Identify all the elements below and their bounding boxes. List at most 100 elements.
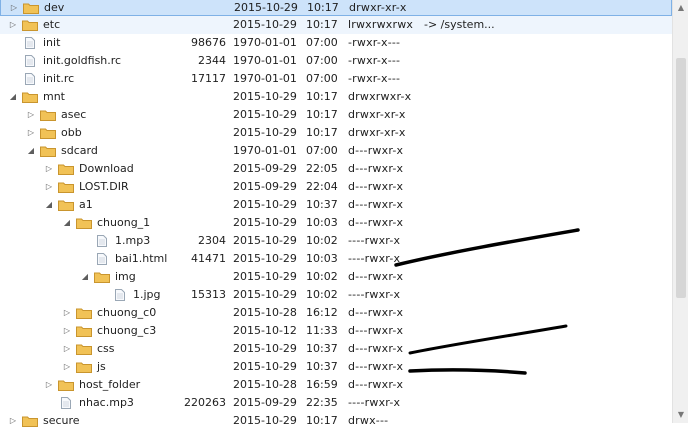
expanded-arrow-icon[interactable]: ◢ <box>62 214 72 232</box>
tree-row-folder[interactable]: ▷ asec 2015-10-29 10:17 drwxr-xr-x <box>0 106 672 124</box>
tree-item-time: 16:12 <box>306 306 338 319</box>
tree-item-time: 07:00 <box>306 72 338 85</box>
tree-item-time: 10:17 <box>306 90 338 103</box>
folder-icon <box>22 415 38 427</box>
tree-row-file[interactable]: init.rc 17117 1970-01-01 07:00 -rwxr-x--- <box>0 70 672 88</box>
tree-item-size: 17117 <box>191 72 226 85</box>
folder-icon <box>40 109 56 121</box>
collapsed-arrow-icon[interactable]: ▷ <box>8 412 18 430</box>
tree-item-permissions: d---rwxr-x <box>348 216 404 229</box>
tree-row-file[interactable]: nhac.mp3 220263 2015-09-29 22:35 ----rwxr-x <box>0 394 672 412</box>
tree-item-date: 2015-10-29 <box>233 270 297 283</box>
scrollbar-thumb[interactable] <box>676 58 686 298</box>
folder-icon <box>94 271 110 283</box>
tree-item-permissions: drwxr-xr-x <box>348 126 406 139</box>
tree-item-date: 1970-01-01 <box>233 36 297 49</box>
tree-item-permissions: ----rwxr-x <box>348 288 401 301</box>
tree-item-name: etc <box>43 18 61 31</box>
tree-item-time: 10:03 <box>306 252 338 265</box>
tree-row-folder[interactable]: ▷ chuong_c3 2015-10-12 11:33 d---rwxr-x <box>0 322 672 340</box>
tree-item-name: mnt <box>43 90 65 103</box>
tree-row-folder[interactable]: ▷ LOST.DIR 2015-09-29 22:04 d---rwxr-x <box>0 178 672 196</box>
expanded-arrow-icon[interactable]: ◢ <box>44 196 54 214</box>
tree-item-date: 2015-10-29 <box>233 342 297 355</box>
folder-icon <box>58 181 74 193</box>
tree-row-file[interactable]: 1.jpg 15313 2015-10-29 10:02 ----rwxr-x <box>0 286 672 304</box>
tree-row-folder[interactable]: ▷ css 2015-10-29 10:37 d---rwxr-x <box>0 340 672 358</box>
tree-item-name: 1.mp3 <box>115 234 151 247</box>
tree-item-date: 2015-10-29 <box>233 414 297 427</box>
tree-row-folder[interactable]: ▷ host_folder 2015-10-28 16:59 d---rwxr-x <box>0 376 672 394</box>
tree-item-permissions: ----rwxr-x <box>348 396 401 409</box>
tree-row-folder[interactable]: ▷ js 2015-10-29 10:37 d---rwxr-x <box>0 358 672 376</box>
tree-row-folder[interactable]: ▷ dev 2015-10-29 10:17 drwxr-xr-x <box>0 0 672 16</box>
tree-item-name: js <box>97 360 106 373</box>
tree-item-permissions: d---rwxr-x <box>348 324 404 337</box>
file-icon <box>112 289 128 301</box>
tree-item-info: -> /system... <box>424 18 495 31</box>
collapsed-arrow-icon[interactable]: ▷ <box>26 124 36 142</box>
scroll-up-icon[interactable]: ▲ <box>676 3 686 13</box>
tree-item-date: 2015-09-29 <box>233 162 297 175</box>
tree-item-permissions: ----rwxr-x <box>348 252 401 265</box>
folder-icon <box>23 2 39 14</box>
tree-item-permissions: drwxrwxr-x <box>348 90 412 103</box>
tree-item-name: css <box>97 342 115 355</box>
collapsed-arrow-icon[interactable]: ▷ <box>9 0 19 17</box>
tree-item-permissions: -rwxr-x--- <box>348 36 401 49</box>
collapsed-arrow-icon[interactable]: ▷ <box>62 304 72 322</box>
file-icon <box>94 253 110 265</box>
vertical-scrollbar[interactable]: ▲ ▼ <box>672 0 688 423</box>
tree-row-file[interactable]: init 98676 1970-01-01 07:00 -rwxr-x--- <box>0 34 672 52</box>
tree-item-time: 10:17 <box>306 18 338 31</box>
tree-item-permissions: ----rwxr-x <box>348 234 401 247</box>
expanded-arrow-icon[interactable]: ◢ <box>26 142 36 160</box>
collapsed-arrow-icon[interactable]: ▷ <box>62 322 72 340</box>
tree-item-permissions: d---rwxr-x <box>348 180 404 193</box>
tree-item-date: 2015-10-29 <box>233 216 297 229</box>
collapsed-arrow-icon[interactable]: ▷ <box>62 358 72 376</box>
collapsed-arrow-icon[interactable]: ▷ <box>44 160 54 178</box>
tree-row-folder[interactable]: ▷ secure 2015-10-29 10:17 drwx--- <box>0 412 672 430</box>
tree-row-folder[interactable]: ◢ sdcard 1970-01-01 07:00 d---rwxr-x <box>0 142 672 160</box>
scroll-down-icon[interactable]: ▼ <box>676 410 686 420</box>
tree-item-date: 2015-10-29 <box>233 90 297 103</box>
tree-item-permissions: d---rwxr-x <box>348 306 404 319</box>
tree-item-name: host_folder <box>79 378 141 391</box>
folder-icon <box>76 307 92 319</box>
tree-item-permissions: -rwxr-x--- <box>348 54 401 67</box>
tree-row-file[interactable]: bai1.html 41471 2015-10-29 10:03 ----rwxr-x <box>0 250 672 268</box>
tree-item-permissions: d---rwxr-x <box>348 378 404 391</box>
tree-item-time: 16:59 <box>306 378 338 391</box>
tree-item-permissions: drwxr-xr-x <box>349 1 407 14</box>
collapsed-arrow-icon[interactable]: ▷ <box>8 16 18 34</box>
tree-row-folder[interactable]: ◢ chuong_1 2015-10-29 10:03 d---rwxr-x <box>0 214 672 232</box>
collapsed-arrow-icon[interactable]: ▷ <box>26 106 36 124</box>
folder-icon <box>58 163 74 175</box>
tree-item-name: chuong_c3 <box>97 324 157 337</box>
tree-row-folder[interactable]: ▷ obb 2015-10-29 10:17 drwxr-xr-x <box>0 124 672 142</box>
collapsed-arrow-icon[interactable]: ▷ <box>44 376 54 394</box>
folder-icon <box>58 199 74 211</box>
expanded-arrow-icon[interactable]: ◢ <box>8 88 18 106</box>
tree-row-folder[interactable]: ◢ img 2015-10-29 10:02 d---rwxr-x <box>0 268 672 286</box>
tree-item-time: 10:03 <box>306 216 338 229</box>
collapsed-arrow-icon[interactable]: ▷ <box>62 340 72 358</box>
tree-row-folder[interactable]: ▷ etc 2015-10-29 10:17 lrwxrwxrwx -> /system.… <box>0 16 672 34</box>
tree-item-date: 2015-10-29 <box>233 198 297 211</box>
tree-row-folder[interactable]: ▷ Download 2015-09-29 22:05 d---rwxr-x <box>0 160 672 178</box>
tree-item-date: 1970-01-01 <box>233 54 297 67</box>
tree-item-date: 2015-09-29 <box>233 396 297 409</box>
tree-item-time: 10:17 <box>306 108 338 121</box>
tree-row-file[interactable]: init.goldfish.rc 2344 1970-01-01 07:00 -rwxr… <box>0 52 672 70</box>
tree-row-folder[interactable]: ▷ chuong_c0 2015-10-28 16:12 d---rwxr-x <box>0 304 672 322</box>
tree-item-permissions: drwx--- <box>348 414 389 427</box>
tree-row-folder[interactable]: ◢ mnt 2015-10-29 10:17 drwxrwxr-x <box>0 88 672 106</box>
tree-row-file[interactable]: 1.mp3 2304 2015-10-29 10:02 ----rwxr-x <box>0 232 672 250</box>
collapsed-arrow-icon[interactable]: ▷ <box>44 178 54 196</box>
file-icon <box>94 235 110 247</box>
expanded-arrow-icon[interactable]: ◢ <box>80 268 90 286</box>
tree-row-folder[interactable]: ◢ a1 2015-10-29 10:37 d---rwxr-x <box>0 196 672 214</box>
tree-item-name: img <box>115 270 136 283</box>
tree-item-date: 2015-10-29 <box>233 108 297 121</box>
